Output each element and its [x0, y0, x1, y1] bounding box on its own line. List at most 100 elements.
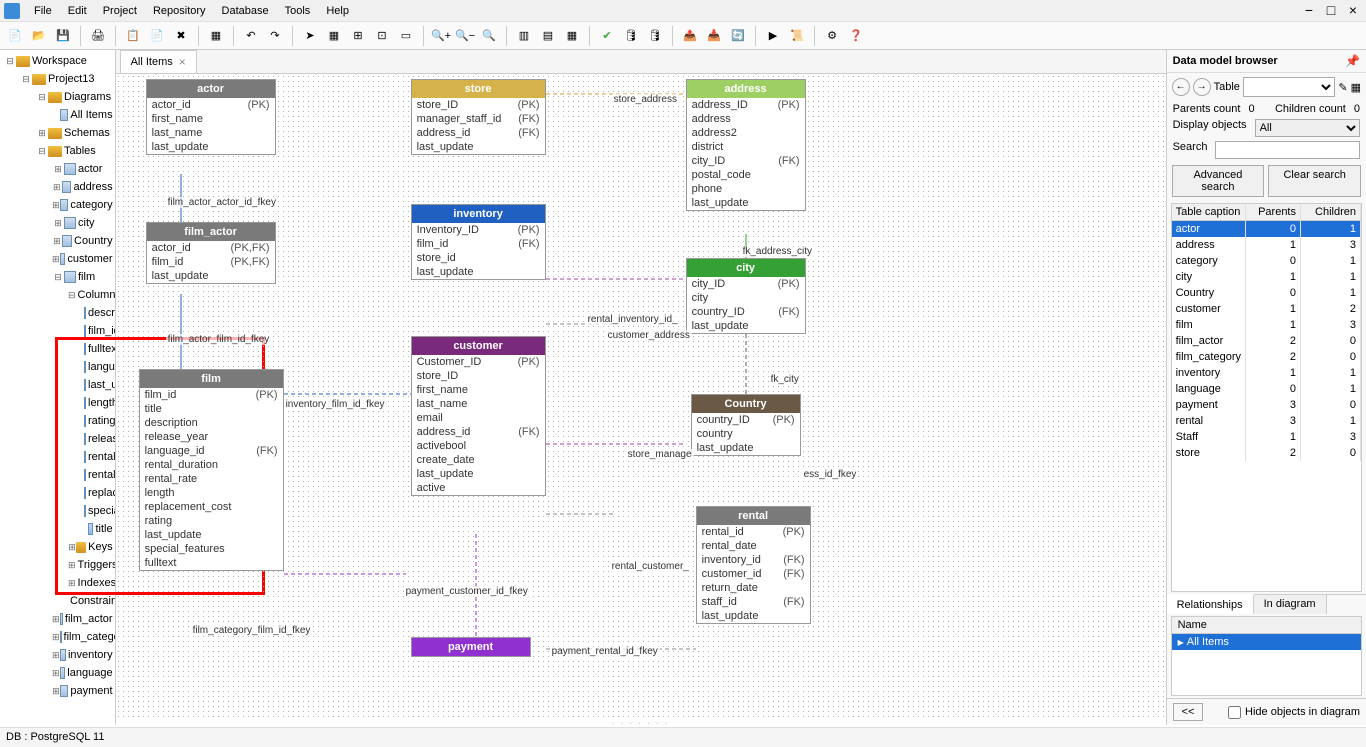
- tree-column-replacement_cost[interactable]: replacement_cost: [2, 484, 113, 502]
- diagram-area[interactable]: actoractor_id(PK)first_namelast_namelast…: [116, 74, 1166, 719]
- entity-actor[interactable]: actoractor_id(PK)first_namelast_namelast…: [146, 79, 276, 155]
- menu-database[interactable]: Database: [214, 2, 277, 20]
- tree-table-Country[interactable]: ⊞Country: [2, 232, 113, 250]
- tree-table-customer[interactable]: ⊞customer: [2, 250, 113, 268]
- grid-toggle-icon[interactable]: ▦: [1351, 81, 1361, 94]
- relation-icon[interactable]: ⊞: [347, 25, 369, 47]
- layout2-icon[interactable]: ▤: [537, 25, 559, 47]
- sync-icon[interactable]: 🔄: [727, 25, 749, 47]
- grid-row-Staff[interactable]: Staff13: [1172, 429, 1361, 445]
- layout3-icon[interactable]: ▦: [561, 25, 583, 47]
- export-icon[interactable]: 📤: [679, 25, 701, 47]
- grid-row-film_actor[interactable]: film_actor20: [1172, 333, 1361, 349]
- grid-row-rental[interactable]: rental31: [1172, 413, 1361, 429]
- grid-row-store[interactable]: store20: [1172, 445, 1361, 461]
- run-icon[interactable]: ▶: [762, 25, 784, 47]
- grid-row-payment[interactable]: payment30: [1172, 397, 1361, 413]
- minimize-icon[interactable]: −: [1300, 2, 1318, 18]
- tree-table-address[interactable]: ⊞address: [2, 178, 113, 196]
- tree-table-film_category[interactable]: ⊞film_category: [2, 628, 113, 646]
- tree-table-city[interactable]: ⊞city: [2, 214, 113, 232]
- zoom-fit-icon[interactable]: 🔍: [478, 25, 500, 47]
- tree-column-fulltext[interactable]: fulltext: [2, 340, 113, 358]
- view-icon[interactable]: ⊡: [371, 25, 393, 47]
- table-grid[interactable]: Table captionParentsChildrenactor01addre…: [1171, 203, 1362, 592]
- splitter-handle[interactable]: · · · · · · ·: [116, 719, 1166, 725]
- entity-rental[interactable]: rentalrental_id(PK)rental_dateinventory_…: [696, 506, 811, 624]
- tree-table-film[interactable]: ⊟film: [2, 268, 113, 286]
- entity-customer[interactable]: customerCustomer_ID(PK)store_IDfirst_nam…: [411, 336, 546, 496]
- grid-row-city[interactable]: city11: [1172, 269, 1361, 285]
- nav-back-icon[interactable]: ←: [1172, 78, 1190, 96]
- tab-all-items[interactable]: All Items ×: [120, 50, 197, 73]
- display-objects-select[interactable]: All: [1255, 119, 1360, 137]
- tree-schemas[interactable]: ⊞Schemas: [2, 124, 113, 142]
- tab-in-diagram[interactable]: In diagram: [1254, 595, 1327, 614]
- tree-table-language[interactable]: ⊞language: [2, 664, 113, 682]
- tree-column-description[interactable]: description: [2, 304, 113, 322]
- tree-column-title[interactable]: title: [2, 520, 113, 538]
- entity-address[interactable]: addressaddress_ID(PK)addressaddress2dist…: [686, 79, 806, 211]
- tree-column-rental_duration[interactable]: rental_duration: [2, 448, 113, 466]
- tree-diagrams[interactable]: ⊟Diagrams: [2, 88, 113, 106]
- hide-objects-checkbox[interactable]: [1228, 706, 1241, 719]
- maximize-icon[interactable]: □: [1322, 2, 1340, 18]
- entity-inventory[interactable]: inventoryInventory_ID(PK)film_id(FK)stor…: [411, 204, 546, 280]
- tree-table-inventory[interactable]: ⊞inventory: [2, 646, 113, 664]
- entity-city[interactable]: citycity_ID(PK)citycountry_ID(FK)last_up…: [686, 258, 806, 334]
- tree-constraints[interactable]: Constraints: [2, 592, 113, 610]
- menu-file[interactable]: File: [26, 2, 60, 20]
- tree-table-actor[interactable]: ⊞actor: [2, 160, 113, 178]
- delete-icon[interactable]: ✖: [170, 25, 192, 47]
- help-icon[interactable]: ❓: [845, 25, 867, 47]
- settings-icon[interactable]: ⚙: [821, 25, 843, 47]
- note-icon[interactable]: ▭: [395, 25, 417, 47]
- tree-indexes[interactable]: ⊞Indexes: [2, 574, 113, 592]
- undo-icon[interactable]: ↶: [240, 25, 262, 47]
- grid-row-actor[interactable]: actor01: [1172, 221, 1361, 237]
- print-icon[interactable]: 🖨: [87, 25, 109, 47]
- search-input[interactable]: [1215, 141, 1360, 159]
- grid-row-inventory[interactable]: inventory11: [1172, 365, 1361, 381]
- tree-column-release_year[interactable]: release_year: [2, 430, 113, 448]
- pin-icon[interactable]: 📌: [1345, 54, 1360, 68]
- table-select[interactable]: [1243, 77, 1336, 97]
- check-icon[interactable]: ✔: [596, 25, 618, 47]
- tree-project[interactable]: ⊟Project13: [2, 70, 113, 88]
- grid-row-address[interactable]: address13: [1172, 237, 1361, 253]
- import-icon[interactable]: 📥: [703, 25, 725, 47]
- menu-project[interactable]: Project: [95, 2, 145, 20]
- entity-film[interactable]: filmfilm_id(PK)titledescriptionrelease_y…: [139, 369, 284, 571]
- pointer-icon[interactable]: ➤: [299, 25, 321, 47]
- menu-tools[interactable]: Tools: [277, 2, 319, 20]
- tree-column-film_id[interactable]: film_id: [2, 322, 113, 340]
- close-icon[interactable]: ×: [1344, 2, 1362, 18]
- tree-columns[interactable]: ⊟Columns: [2, 286, 113, 304]
- entity-film_actor[interactable]: film_actoractor_id(PK,FK)film_id(PK,FK)l…: [146, 222, 276, 284]
- tree-column-last_update[interactable]: last_update: [2, 376, 113, 394]
- paste-icon[interactable]: 📄: [146, 25, 168, 47]
- tree-table-category[interactable]: ⊞category: [2, 196, 113, 214]
- menu-edit[interactable]: Edit: [60, 2, 95, 20]
- tree-column-language_id[interactable]: language_id: [2, 358, 113, 376]
- edit-icon[interactable]: ✎: [1338, 81, 1347, 94]
- layout-icon[interactable]: ▥: [513, 25, 535, 47]
- copy-icon[interactable]: 📋: [122, 25, 144, 47]
- tab-relationships[interactable]: Relationships: [1167, 594, 1254, 614]
- grid-row-language[interactable]: language01: [1172, 381, 1361, 397]
- table-icon[interactable]: ▦: [205, 25, 227, 47]
- menu-repository[interactable]: Repository: [145, 2, 214, 20]
- clear-search-button[interactable]: Clear search: [1268, 165, 1361, 197]
- entity-Country[interactable]: Countrycountry_ID(PK)countrylast_update: [691, 394, 801, 456]
- new-icon[interactable]: 📄: [4, 25, 26, 47]
- tree-column-rental_rate[interactable]: rental_rate: [2, 466, 113, 484]
- relationship-list[interactable]: Name All Items: [1171, 616, 1362, 696]
- tree-keys[interactable]: ⊞Keys: [2, 538, 113, 556]
- db2-icon[interactable]: 🛢: [644, 25, 666, 47]
- grid-icon[interactable]: ▦: [323, 25, 345, 47]
- grid-row-film[interactable]: film13: [1172, 317, 1361, 333]
- tree-table-payment[interactable]: ⊞payment: [2, 682, 113, 700]
- rel-item[interactable]: All Items: [1172, 634, 1361, 650]
- grid-row-Country[interactable]: Country01: [1172, 285, 1361, 301]
- grid-row-customer[interactable]: customer12: [1172, 301, 1361, 317]
